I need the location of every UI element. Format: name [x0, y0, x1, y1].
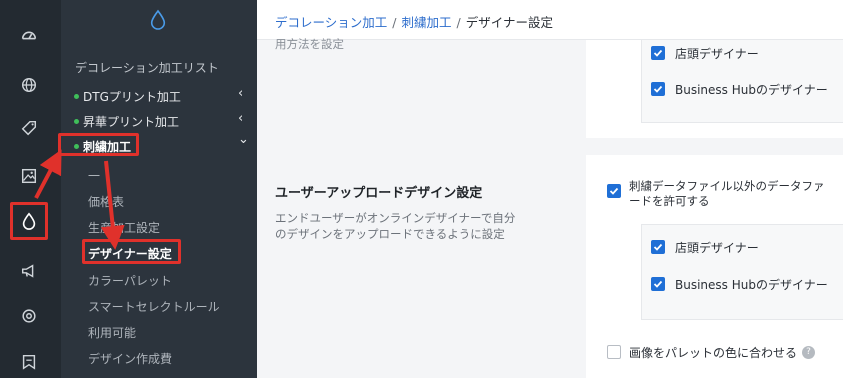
label-match-palette-text: 画像をパレットの色に合わせる — [629, 346, 798, 360]
globe-icon[interactable] — [17, 73, 41, 97]
top-section-desc: 用方法を設定 — [275, 37, 344, 51]
sub-item-color-palette[interactable]: カラーパレット — [88, 272, 172, 289]
sub-sidebar: デコレーション加工リスト DTGプリント加工 ‹ 昇華プリント加工 ‹ 刺繍加工… — [58, 0, 257, 378]
status-dot — [74, 119, 79, 124]
settings-icon[interactable] — [17, 304, 41, 328]
nav-item-sublimation-label: 昇華プリント加工 — [83, 115, 180, 129]
upload-section-title: ユーザーアップロードデザイン設定 — [275, 186, 483, 201]
sub-item-design-fee[interactable]: デザイン作成費 — [88, 350, 172, 367]
checkbox-business-hub[interactable] — [651, 277, 665, 291]
nav-item-dtg-label: DTGプリント加工 — [83, 90, 181, 104]
icon-rail — [0, 0, 61, 378]
dashboard-icon[interactable] — [17, 23, 41, 47]
label-store-designer: 店頭デザイナー — [675, 241, 759, 255]
label-allow-other-files-1: 刺繍データファイル以外のデータファ — [629, 179, 825, 193]
tag-icon[interactable] — [17, 116, 41, 140]
checkbox-business-hub-top[interactable] — [651, 82, 665, 96]
decoration-list-title: デコレーション加工リスト — [75, 61, 219, 75]
sub-item-smart-select[interactable]: スマートセレクトルール — [88, 298, 220, 315]
label-business-hub: Business Hubのデザイナー — [675, 278, 828, 292]
checkbox-store-designer[interactable] — [651, 240, 665, 254]
megaphone-icon[interactable] — [17, 259, 41, 283]
checkbox-store-designer-top[interactable] — [651, 46, 665, 60]
highlight-box-designer — [82, 239, 181, 264]
breadcrumb-current: デザイナー設定 — [465, 15, 553, 30]
highlight-box-embroidery — [58, 133, 139, 156]
sub-item-production[interactable]: 生産加工設定 — [88, 219, 160, 236]
header-bar: デコレーション加工 / 刺繍加工 / デザイナー設定 — [257, 0, 843, 40]
label-store-designer-top: 店頭デザイナー — [675, 47, 759, 61]
status-dot — [74, 94, 79, 99]
chevron-left-icon[interactable]: ‹ — [238, 86, 243, 101]
app-root: デコレーション加工リスト DTGプリント加工 ‹ 昇華プリント加工 ‹ 刺繍加工… — [0, 0, 843, 378]
sub-item-price-table[interactable]: 価格表 — [88, 193, 124, 210]
checkbox-allow-other-files[interactable] — [607, 184, 621, 198]
upload-desc-line1: エンドユーザーがオンラインデザイナーで自分 — [275, 211, 516, 225]
help-icon[interactable]: ? — [802, 346, 816, 359]
upload-desc-line2: のデザインをアップロードできるように設定 — [275, 227, 505, 241]
nav-item-dtg[interactable]: DTGプリント加工 — [74, 88, 181, 105]
sub-item-available[interactable]: 利用可能 — [88, 324, 136, 341]
label-allow-other-files-2: ードを許可する — [629, 194, 710, 208]
logo-drop-icon — [149, 9, 167, 35]
chevron-left-icon[interactable]: ‹ — [238, 111, 243, 126]
sub-item-general[interactable]: 一 — [88, 167, 100, 184]
label-match-palette: 画像をパレットの色に合わせる? — [629, 344, 816, 361]
label-business-hub-top: Business Hubのデザイナー — [675, 83, 828, 97]
breadcrumb-separator: / — [392, 15, 397, 30]
breadcrumb-embroidery[interactable]: 刺繍加工 — [401, 15, 451, 30]
breadcrumb-separator: / — [456, 15, 461, 30]
checkbox-match-palette[interactable] — [607, 345, 621, 359]
image-icon[interactable] — [17, 164, 41, 188]
report-icon[interactable] — [17, 350, 41, 374]
decoration-drop-icon[interactable] — [10, 202, 48, 240]
chevron-down-icon[interactable]: ⌄ — [238, 132, 249, 147]
breadcrumb: デコレーション加工 / 刺繍加工 / デザイナー設定 — [275, 12, 553, 31]
breadcrumb-decoration[interactable]: デコレーション加工 — [275, 15, 387, 30]
nav-item-sublimation[interactable]: 昇華プリント加工 — [74, 113, 179, 130]
